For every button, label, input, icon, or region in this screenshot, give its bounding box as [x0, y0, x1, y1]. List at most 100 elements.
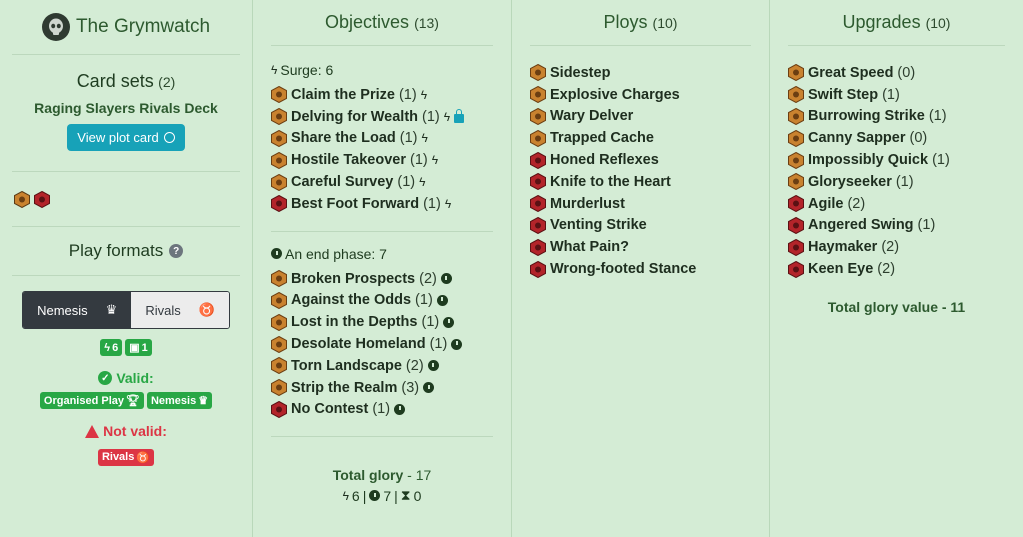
card-name: Delving for Wealth: [291, 108, 419, 125]
card-row[interactable]: Trapped Cache: [530, 127, 751, 149]
clock-icon: [271, 248, 282, 260]
card-row[interactable]: Venting Strike: [530, 215, 751, 237]
warband-sidebar: The Grymwatch Card sets (2) Raging Slaye…: [0, 0, 252, 537]
view-plot-label: View plot card: [77, 130, 159, 145]
help-icon[interactable]: ?: [169, 244, 184, 258]
red-set-icon[interactable]: [34, 190, 50, 208]
card-row[interactable]: Haymaker (2): [788, 236, 1005, 258]
card-row[interactable]: Strip the Realm (3): [271, 377, 493, 399]
card-row[interactable]: Careful Survey (1) ϟ: [271, 171, 493, 193]
ploys-column: Ploys (10) Sidestep Explosive Charges Wary…: [511, 0, 769, 537]
card-row[interactable]: Wary Delver: [530, 106, 751, 128]
bolt-icon: ϟ: [104, 341, 111, 354]
card-row[interactable]: Burrowing Strike (1): [788, 106, 1005, 128]
clock-icon: [436, 294, 448, 306]
card-row[interactable]: Gloryseeker (1): [788, 171, 1005, 193]
card-quantity: (1): [932, 152, 950, 169]
red-set-icon: [530, 173, 546, 191]
card-quantity: (2): [405, 357, 424, 374]
rivals-set-icon: [788, 151, 804, 169]
card-name: No Contest: [291, 401, 369, 418]
upgrades-total: Total glory value - 11: [827, 298, 966, 315]
objectives-total: Total glory - 17: [332, 467, 432, 484]
card-row[interactable]: Murderlust: [530, 193, 751, 215]
card-row[interactable]: Knife to the Heart: [530, 171, 751, 193]
card-quantity: (1): [917, 217, 936, 234]
card-name: Venting Strike: [550, 217, 647, 234]
rivals-set-icon[interactable]: [14, 190, 30, 208]
card-name: Claim the Prize: [291, 86, 395, 103]
view-plot-card-button[interactable]: View plot card: [67, 124, 185, 151]
card-row[interactable]: Claim the Prize (1) ϟ: [271, 84, 493, 106]
red-set-icon: [271, 400, 287, 418]
card-name: Wary Delver: [550, 108, 634, 125]
card-quantity: (1): [422, 108, 440, 125]
clock-icon: [427, 360, 439, 372]
card-name: Desolate Homeland: [291, 336, 426, 353]
card-row[interactable]: Against the Odds (1): [271, 290, 493, 312]
card-name: Knife to the Heart: [550, 173, 671, 190]
medal-icon: ♉: [136, 451, 151, 464]
clock-icon: [451, 338, 463, 350]
card-row[interactable]: Angered Swing (1): [788, 215, 1005, 237]
card-row[interactable]: Great Speed (0): [788, 62, 1005, 84]
card-name: Careful Survey: [291, 174, 394, 191]
card-quantity: (2): [881, 239, 900, 256]
rivals-set-icon: [788, 173, 804, 191]
red-set-icon: [788, 260, 804, 278]
card-row[interactable]: Share the Load (1) ϟ: [271, 128, 493, 150]
upgrades-list: Great Speed (0) Swift Step (1) Burrowing Str…: [782, 46, 1011, 280]
ploys-list: Sidestep Explosive Charges Wary Delver Trap…: [524, 46, 757, 280]
card-row[interactable]: No Contest (1): [271, 399, 493, 421]
card-row[interactable]: Explosive Charges: [530, 84, 751, 106]
card-row[interactable]: Wrong-footed Stance: [530, 258, 751, 280]
hourglass-icon: ⧗: [400, 487, 411, 504]
card-row[interactable]: Agile (2): [788, 193, 1005, 215]
card-row[interactable]: Impossibly Quick (1): [788, 149, 1005, 171]
set-icons-row: [12, 172, 240, 226]
format-option-nemesis[interactable]: Nemesis ♛: [23, 292, 132, 328]
bolt-icon: ϟ: [419, 175, 426, 190]
card-name: Great Speed: [808, 64, 894, 81]
card-row[interactable]: Keen Eye (2): [788, 258, 1005, 280]
card-row[interactable]: Torn Landscape (2): [271, 355, 493, 377]
card-name: Canny Sapper: [808, 130, 906, 147]
card-name: Burrowing Strike: [808, 108, 925, 125]
warband-name: The Grymwatch: [75, 16, 211, 37]
rivals-set-icon: [271, 108, 287, 126]
red-set-icon: [530, 260, 546, 278]
play-formats-section: Play formats ?: [12, 227, 240, 275]
card-row[interactable]: Delving for Wealth (1) ϟ: [271, 106, 493, 128]
card-quantity: (1): [882, 86, 900, 103]
red-set-icon: [788, 195, 804, 213]
card-quantity: (2): [419, 270, 437, 287]
card-quantity: (1): [398, 86, 417, 103]
card-row[interactable]: Canny Sapper (0): [788, 127, 1005, 149]
warband-header: The Grymwatch: [12, 0, 240, 54]
card-sets-section: Card sets (2) Raging Slayers Rivals Deck…: [12, 55, 240, 171]
card-row[interactable]: What Pain?: [530, 236, 751, 258]
rivals-set-icon: [271, 357, 287, 375]
valid-format-badges: Organised Play 🏆︎ Nemesis ♛: [12, 392, 240, 409]
card-row[interactable]: Sidestep: [530, 62, 751, 84]
rivals-set-icon: [271, 129, 287, 147]
format-option-rivals[interactable]: Rivals ♉: [131, 292, 229, 328]
badge-organised-play: Organised Play 🏆︎: [39, 392, 144, 409]
bolt-icon: ϟ: [443, 109, 451, 124]
badge-nemesis: Nemesis ♛: [146, 392, 213, 409]
card-row[interactable]: Best Foot Forward (1) ϟ: [271, 193, 493, 215]
card-row[interactable]: Hostile Takeover (1) ϟ: [271, 149, 493, 171]
card-quantity: (2): [847, 195, 866, 212]
card-row[interactable]: Swift Step (1): [788, 84, 1005, 106]
card-quantity: (1): [397, 174, 416, 191]
card-row[interactable]: Broken Prospects (2): [271, 268, 493, 290]
clock-icon: [423, 382, 435, 394]
upgrades-count: (10): [925, 14, 951, 31]
red-set-icon: [530, 216, 546, 234]
rivals-set-icon: [788, 129, 804, 147]
card-row[interactable]: Lost in the Depths (1): [271, 311, 493, 333]
objectives-list: ϟ Surge: 6 Claim the Prize (1) ϟ Delving for …: [265, 46, 499, 438]
card-row[interactable]: Desolate Homeland (1): [271, 333, 493, 355]
card-name: Torn Landscape: [291, 357, 402, 374]
card-row[interactable]: Honed Reflexes: [530, 149, 751, 171]
